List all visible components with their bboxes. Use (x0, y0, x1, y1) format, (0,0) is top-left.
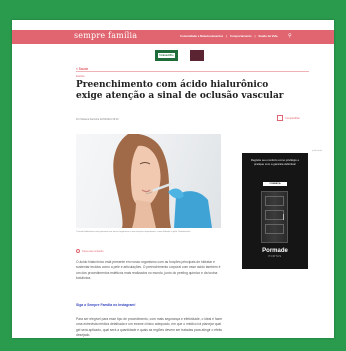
top-ad-label: Unimed-Rio (158, 53, 175, 58)
image-caption: O ácido hialurônico está presente em nos… (76, 231, 191, 233)
browser-page: sempre família Comunidade e Relacionamen… (12, 20, 334, 338)
site-logo[interactable]: sempre família (74, 31, 137, 40)
top-banner-ad-secondary[interactable] (190, 50, 204, 61)
article-category[interactable]: Estética (76, 75, 85, 78)
article-paragraph: O ácido hialurônico está presente em nos… (76, 260, 221, 281)
sidebar-ad-cta-button[interactable]: CONHEÇA (263, 182, 287, 186)
door-panel (265, 196, 284, 206)
article-hero-image (76, 134, 221, 228)
instagram-follow-link[interactable]: Siga o Sempre Família no Instagram! (76, 303, 136, 307)
sidebar-ad-brand-sub: PORTAS (268, 255, 282, 258)
ad-label: publicidade (312, 150, 323, 152)
top-banner-ad[interactable]: Unimed-Rio (155, 50, 178, 61)
door-panel (265, 224, 284, 234)
article-title: Preenchimento com ácido hialurônico exig… (76, 80, 284, 101)
nav-separator: | (226, 34, 228, 38)
share-icon (277, 115, 283, 121)
share-label: Compartilhar (285, 116, 300, 120)
play-icon (76, 249, 80, 253)
door-panel (265, 210, 284, 220)
audio-player-button[interactable]: Ouça este conteúdo (76, 249, 103, 253)
audio-label: Ouça este conteúdo (82, 249, 104, 253)
sidebar-ad-brand: Pormade (262, 248, 288, 254)
nav-separator: | (254, 34, 256, 38)
search-icon[interactable]: ⚲ (288, 33, 292, 39)
nav-link-saude[interactable]: Saúde da Vida (258, 34, 277, 38)
site-header-bar (12, 30, 334, 44)
article-byline: Por Mariana Sardinha 02/09/2021 08:00 (76, 118, 119, 121)
main-nav: Comunidade e Relacionamentos | Comportam… (180, 34, 278, 38)
door-handle (282, 214, 284, 220)
article-paragraph: Para ser elegível para esse tipo de proc… (76, 317, 223, 338)
nav-link-comportamento[interactable]: Comportamento (230, 34, 252, 38)
share-button[interactable]: Compartilhar (277, 115, 300, 121)
sidebar-ad-copy: Registre seu conforto como privilégio e … (250, 158, 300, 166)
door-image (261, 191, 288, 243)
face-treatment-illustration (113, 134, 212, 228)
nav-link-comunidade[interactable]: Comunidade e Relacionamentos (180, 34, 223, 38)
sidebar-ad[interactable]: Registre seu conforto como privilégio e … (242, 153, 308, 269)
divider (76, 71, 309, 72)
